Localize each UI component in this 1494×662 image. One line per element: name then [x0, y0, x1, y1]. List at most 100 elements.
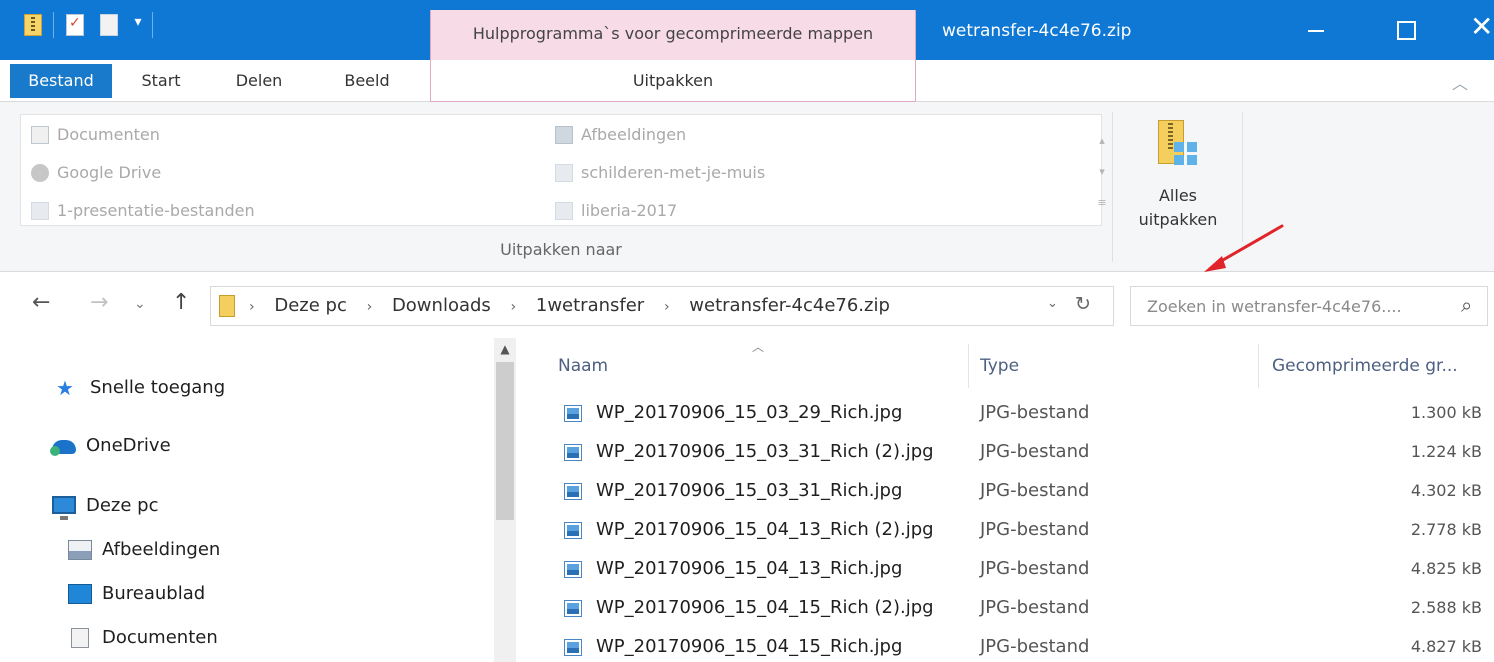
folder-icon: [555, 202, 573, 220]
sort-ascending-icon: ︿: [752, 340, 765, 354]
nav-item-label: Afbeeldingen: [102, 539, 221, 560]
window-title: wetransfer-4c4e76.zip: [942, 21, 1132, 41]
file-list: ︿ Naam Type Gecomprimeerde gr... WP_2017…: [520, 338, 1494, 662]
extract-destination-gallery: Documenten Google Drive 1-presentatie-be…: [20, 114, 1107, 227]
maximize-button[interactable]: [1360, 0, 1448, 60]
scroll-up-icon[interactable]: ▲: [494, 342, 516, 356]
destination-1-presentatie-bestanden[interactable]: 1-presentatie-bestanden: [21, 195, 255, 227]
address-bar[interactable]: › Deze pc › Downloads › 1wetransfer › we…: [210, 286, 1114, 326]
scrollbar-thumb[interactable]: [496, 362, 514, 520]
ribbon-collapse-icon[interactable]: ︿: [1452, 70, 1468, 94]
tab-start[interactable]: Start: [118, 60, 204, 102]
close-button[interactable]: ✕: [1446, 0, 1494, 60]
red-arrow-annotation-icon: [1204, 224, 1284, 272]
tab-delen[interactable]: Delen: [216, 60, 302, 102]
zip-folder-icon[interactable]: [24, 14, 42, 36]
tab-bestand[interactable]: Bestand: [10, 64, 112, 98]
ribbon-panel: Documenten Google Drive 1-presentatie-be…: [0, 102, 1494, 272]
breadcrumb-1wetransfer[interactable]: 1wetransfer: [536, 295, 644, 316]
recent-locations-chevron-icon[interactable]: ⌄: [134, 296, 146, 312]
breadcrumb-downloads[interactable]: Downloads: [392, 295, 491, 316]
ribbon-tab-row: Bestand Start Delen Beeld Uitpakken ︿: [0, 60, 1494, 102]
properties-icon[interactable]: [66, 14, 84, 36]
file-type: JPG-bestand: [980, 519, 1090, 540]
image-file-icon: [564, 483, 582, 500]
back-arrow-icon[interactable]: ←: [32, 290, 50, 315]
file-row[interactable]: WP_20170906_15_04_15_Rich (2).jpg JPG-be…: [558, 589, 1494, 627]
destination-documenten[interactable]: Documenten: [21, 119, 160, 151]
nav-item-label: Deze pc: [86, 495, 159, 516]
file-name: WP_20170906_15_04_13_Rich.jpg: [596, 558, 903, 579]
file-row[interactable]: WP_20170906_15_03_29_Rich.jpg JPG-bestan…: [558, 394, 1494, 432]
nav-item-label: Snelle toegang: [90, 377, 226, 398]
column-header-type[interactable]: Type: [980, 348, 1019, 384]
pictures-folder-icon: [555, 126, 573, 144]
file-name: WP_20170906_15_03_31_Rich.jpg: [596, 480, 903, 501]
image-file-icon: [564, 561, 582, 578]
star-icon: ★: [56, 376, 74, 400]
quick-access-dropdown-icon[interactable]: ▾: [130, 14, 146, 36]
folder-icon: [555, 164, 573, 182]
gallery-scroll-controls: ▴ ▾ ≡: [1091, 125, 1113, 219]
search-input[interactable]: [1131, 287, 1451, 325]
nav-pane-scrollbar[interactable]: ▲: [494, 338, 516, 662]
file-size: 4.825 kB: [1410, 559, 1482, 578]
extract-all-button[interactable]: Alles uitpakken: [1126, 116, 1230, 234]
file-size: 2.778 kB: [1410, 520, 1482, 539]
gallery-scroll-up-icon[interactable]: ▴: [1091, 125, 1113, 156]
file-name: WP_20170906_15_04_13_Rich (2).jpg: [596, 519, 934, 540]
refresh-icon[interactable]: ↻: [1075, 293, 1091, 315]
file-type: JPG-bestand: [980, 558, 1090, 579]
tab-uitpakken[interactable]: Uitpakken: [430, 60, 916, 102]
destination-liberia-2017[interactable]: liberia-2017: [545, 195, 677, 227]
image-file-icon: [564, 522, 582, 539]
breadcrumb-zip-file[interactable]: wetransfer-4c4e76.zip: [689, 295, 890, 316]
zip-folder-icon: [219, 295, 235, 317]
column-divider[interactable]: [1258, 344, 1259, 388]
breadcrumb-separator-icon[interactable]: ›: [249, 299, 255, 315]
nav-item-label: OneDrive: [86, 435, 171, 456]
column-header-naam[interactable]: Naam: [558, 348, 608, 384]
breadcrumb-separator-icon[interactable]: ›: [367, 299, 373, 315]
desktop-icon: [68, 584, 92, 604]
file-row[interactable]: WP_20170906_15_03_31_Rich (2).jpg JPG-be…: [558, 433, 1494, 471]
destination-afbeeldingen[interactable]: Afbeeldingen: [545, 119, 686, 151]
minimize-button[interactable]: [1270, 0, 1358, 60]
destination-google-drive[interactable]: Google Drive: [21, 157, 161, 189]
breadcrumb-separator-icon[interactable]: ›: [664, 299, 670, 315]
forward-arrow-icon[interactable]: →: [90, 290, 108, 315]
gallery-scroll-down-icon[interactable]: ▾: [1091, 156, 1113, 187]
destination-label: 1-presentatie-bestanden: [57, 201, 255, 220]
navigation-pane: ★ Snelle toegang OneDrive Deze pc Afbeel…: [0, 338, 520, 662]
search-icon[interactable]: ⌕: [1461, 293, 1472, 317]
file-type: JPG-bestand: [980, 480, 1090, 501]
up-arrow-icon[interactable]: ↑: [172, 290, 190, 315]
image-file-icon: [564, 405, 582, 422]
file-type: JPG-bestand: [980, 441, 1090, 462]
onedrive-cloud-icon: [50, 440, 76, 456]
breadcrumb-separator-icon[interactable]: ›: [511, 299, 517, 315]
ribbon-group-separator: [1112, 112, 1113, 262]
nav-item-label: Bureaublad: [102, 583, 206, 604]
file-row[interactable]: WP_20170906_15_04_13_Rich.jpg JPG-bestan…: [558, 550, 1494, 588]
address-dropdown-icon[interactable]: ⌄: [1047, 296, 1058, 311]
gallery-more-icon[interactable]: ≡: [1091, 187, 1113, 218]
breadcrumb-deze-pc[interactable]: Deze pc: [274, 295, 347, 316]
document-folder-icon: [31, 126, 49, 144]
title-bar: ▾ Hulpprogramma`s voor gecomprimeerde ma…: [0, 0, 1494, 60]
search-box[interactable]: ⌕: [1130, 286, 1488, 326]
quick-access-separator: [152, 12, 153, 38]
tab-beeld[interactable]: Beeld: [324, 60, 410, 102]
close-icon: ✕: [1470, 10, 1494, 43]
extract-all-icon: [1158, 120, 1198, 170]
file-row[interactable]: WP_20170906_15_04_13_Rich (2).jpg JPG-be…: [558, 511, 1494, 549]
column-header-compressed-size[interactable]: Gecomprimeerde gr...: [1272, 348, 1458, 384]
file-type: JPG-bestand: [980, 636, 1090, 657]
destination-schilderen-met-je-muis[interactable]: schilderen-met-je-muis: [545, 157, 765, 189]
file-size: 1.300 kB: [1410, 403, 1482, 422]
file-row[interactable]: WP_20170906_15_04_15_Rich.jpg JPG-bestan…: [558, 628, 1494, 662]
file-row[interactable]: WP_20170906_15_03_31_Rich.jpg JPG-bestan…: [558, 472, 1494, 510]
new-folder-icon[interactable]: [100, 14, 118, 36]
column-divider[interactable]: [968, 344, 969, 388]
compressed-folder-tools-header: Hulpprogramma`s voor gecomprimeerde mapp…: [430, 10, 916, 60]
